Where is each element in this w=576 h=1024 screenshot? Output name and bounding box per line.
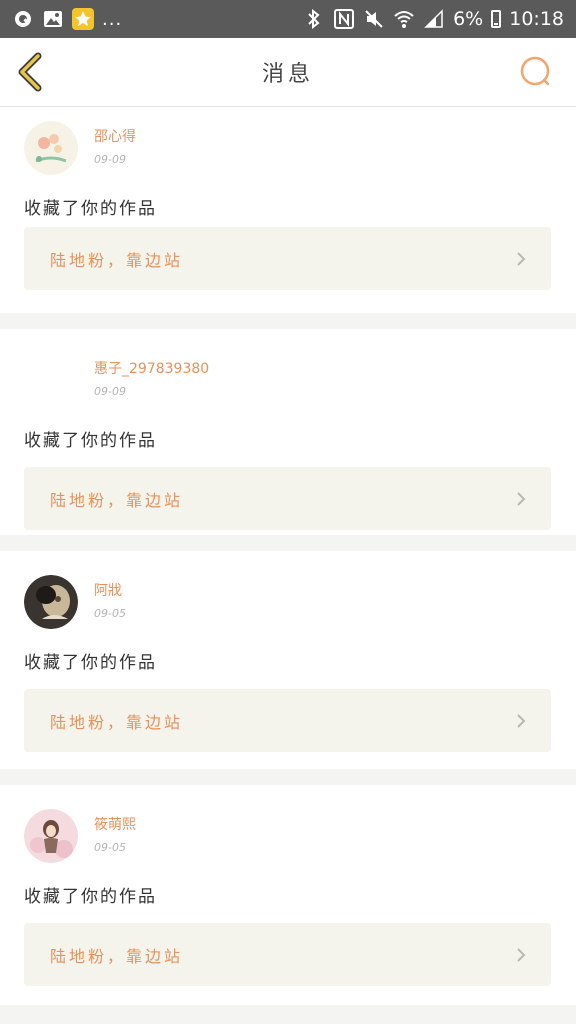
status-left: ... <box>12 8 122 30</box>
message-meta: 惠子_297839380 09-09 <box>94 353 209 398</box>
message-list: 邵心得 09-09 收藏了你的作品 陆地粉，靠边站 惠子_297839380 0… <box>0 107 576 1005</box>
message-date: 09-09 <box>94 385 126 398</box>
user-avatar[interactable] <box>24 353 78 407</box>
signal-icon <box>423 8 445 30</box>
message-date: 09-09 <box>94 153 126 166</box>
message-text: 收藏了你的作品 <box>24 653 157 673</box>
user-name[interactable]: 阿戕 <box>94 581 126 601</box>
work-title: 陆地粉，靠边站 <box>50 490 184 510</box>
message-card: 筱萌熙 09-05 收藏了你的作品 陆地粉，靠边站 <box>0 785 576 1005</box>
work-title: 陆地粉，靠边站 <box>50 250 184 270</box>
user-name[interactable]: 惠子_297839380 <box>94 359 209 379</box>
status-right: 6% 10:18 <box>303 8 564 30</box>
back-button[interactable] <box>0 42 60 102</box>
status-bar: ... 6% 10:18 <box>0 0 576 38</box>
q-app-icon <box>12 8 34 30</box>
clock: 10:18 <box>509 8 564 30</box>
message-header: 阿戕 09-05 <box>0 551 576 639</box>
chevron-right-icon <box>517 251 526 266</box>
chevron-right-icon <box>517 491 526 506</box>
more-notifications: ... <box>102 8 123 30</box>
screen: ... 6% 10:18 消息 邵心得 09-09 收藏了你的作品 陆地粉，靠边… <box>0 0 576 1024</box>
navigation-bar: 消息 <box>0 38 576 107</box>
message-meta: 筱萌熙 09-05 <box>94 809 136 854</box>
gallery-icon <box>42 8 64 30</box>
battery-percent: 6% <box>453 8 484 30</box>
wifi-icon <box>393 8 415 30</box>
user-name[interactable]: 筱萌熙 <box>94 815 136 835</box>
message-date: 09-05 <box>94 841 126 854</box>
message-text: 收藏了你的作品 <box>24 199 157 219</box>
work-title: 陆地粉，靠边站 <box>50 946 184 966</box>
user-avatar[interactable] <box>24 121 78 175</box>
work-link[interactable]: 陆地粉，靠边站 <box>24 467 551 530</box>
chevron-left-icon <box>18 52 42 92</box>
message-card: 邵心得 09-09 收藏了你的作品 陆地粉，靠边站 <box>0 107 576 313</box>
user-name[interactable]: 邵心得 <box>94 127 136 147</box>
mute-icon <box>363 8 385 30</box>
work-link[interactable]: 陆地粉，靠边站 <box>24 923 551 986</box>
bluetooth-icon <box>303 8 325 30</box>
message-date: 09-05 <box>94 607 126 620</box>
chevron-right-icon <box>517 713 526 728</box>
work-link[interactable]: 陆地粉，靠边站 <box>24 227 551 290</box>
search-button[interactable] <box>506 42 566 102</box>
message-meta: 邵心得 09-09 <box>94 121 136 166</box>
message-card: 阿戕 09-05 收藏了你的作品 陆地粉，靠边站 <box>0 551 576 769</box>
user-avatar[interactable] <box>24 575 78 629</box>
message-header: 筱萌熙 09-05 <box>0 785 576 873</box>
chevron-right-icon <box>517 947 526 962</box>
user-avatar[interactable] <box>24 809 78 863</box>
work-title: 陆地粉，靠边站 <box>50 712 184 732</box>
page-title: 消息 <box>261 62 314 87</box>
battery-icon <box>491 10 502 28</box>
nfc-icon <box>333 8 355 30</box>
message-card: 惠子_297839380 09-09 收藏了你的作品 陆地粉，靠边站 <box>0 329 576 535</box>
message-header: 邵心得 09-09 <box>0 107 576 185</box>
message-meta: 阿戕 09-05 <box>94 575 126 620</box>
star-app-icon <box>72 8 94 30</box>
message-header: 惠子_297839380 09-09 <box>0 329 576 417</box>
work-link[interactable]: 陆地粉，靠边站 <box>24 689 551 752</box>
message-text: 收藏了你的作品 <box>24 431 157 451</box>
search-icon <box>520 56 550 86</box>
message-text: 收藏了你的作品 <box>24 887 157 907</box>
